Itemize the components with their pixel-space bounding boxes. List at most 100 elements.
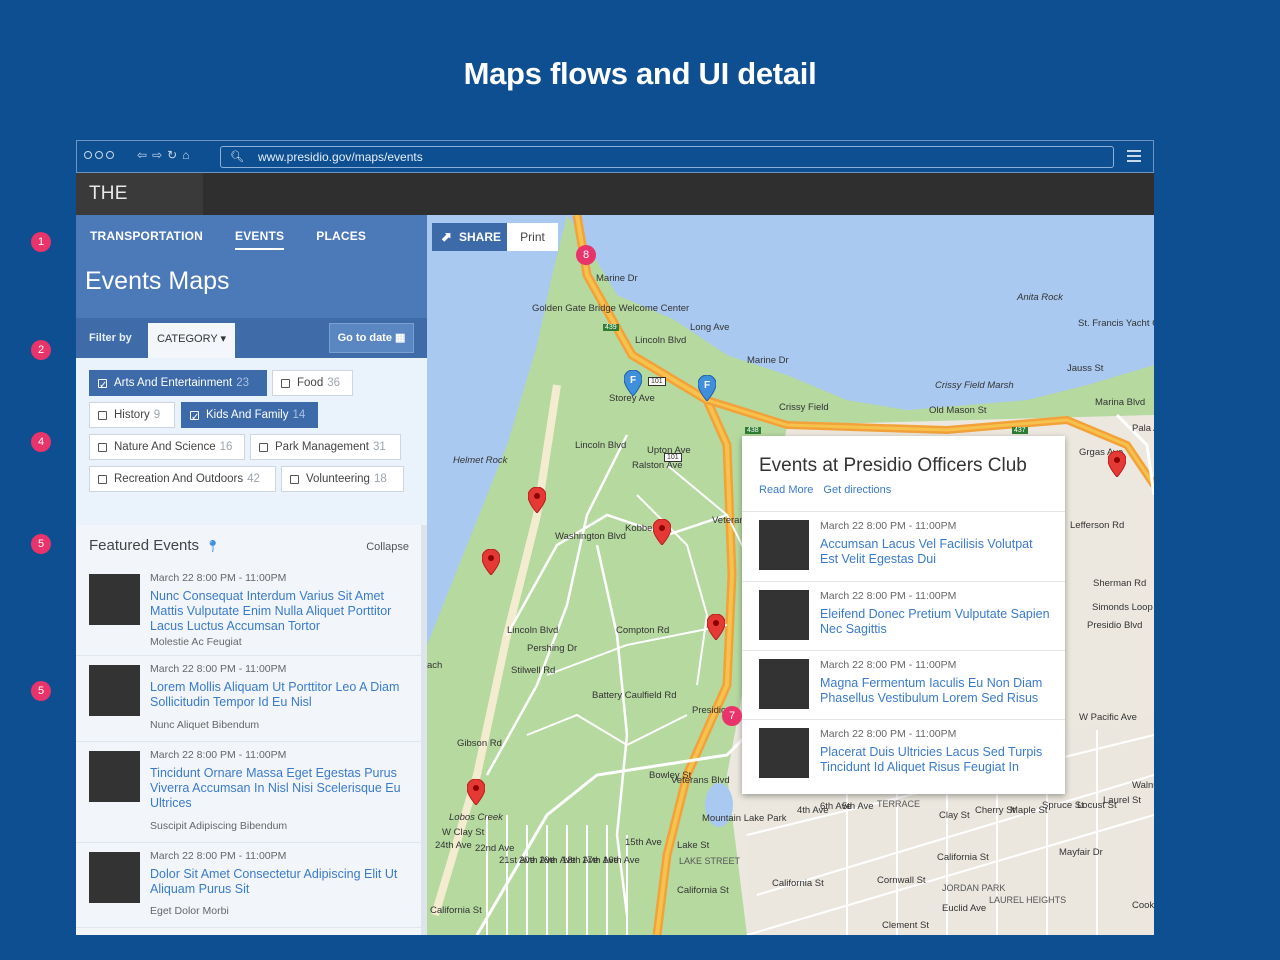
event-title-link[interactable]: Magna Fermentum Iaculis Eu Non Diam Phas… [820, 676, 1050, 706]
event-date: March 22 8:00 PM - 11:00PM [150, 663, 287, 675]
callout-badge: 7 [722, 706, 742, 726]
facility-letter: F [630, 375, 636, 386]
category-chip[interactable]: History 9 [89, 402, 175, 428]
event-title-link[interactable]: Eleifend Donec Pretium Vulputate Sapien … [820, 607, 1050, 637]
event-thumbnail [759, 659, 809, 709]
map-label: Marine Dr [596, 273, 638, 284]
highway-shield: 437 [1012, 427, 1028, 434]
checkbox-icon [290, 475, 299, 484]
event-title-link[interactable]: Tincidunt Ornare Massa Eget Egestas Puru… [150, 766, 412, 811]
event-title-link[interactable]: Nunc Consequat Interdum Varius Sit Amet … [150, 589, 412, 634]
event-date: March 22 8:00 PM - 11:00PM [820, 728, 957, 740]
map-label: Clay St [939, 810, 970, 821]
category-chip[interactable]: Arts And Entertainment23 [89, 370, 267, 398]
map-label: Golden Gate Bridge Welcome Center [532, 303, 690, 314]
event-marker-icon[interactable] [482, 549, 500, 575]
callout-badge: 4 [31, 432, 51, 452]
go-to-date-button[interactable]: Go to date ▦ [329, 323, 414, 353]
event-marker-icon[interactable] [653, 519, 671, 545]
map-label: ach [427, 660, 443, 671]
map-label: JORDAN PARK [942, 883, 1006, 893]
tab-events[interactable]: EVENTS [235, 229, 285, 250]
collapse-button[interactable]: Collapse [366, 541, 409, 553]
event-thumbnail [759, 520, 809, 570]
event-date: March 22 8:00 PM - 11:00PM [820, 659, 957, 671]
event-title-link[interactable]: Placerat Duis Ultricies Lacus Sed Turpis… [820, 745, 1050, 775]
back-icon[interactable]: ⇦ [137, 148, 147, 162]
category-chip[interactable]: Park Management 31 [250, 434, 401, 460]
featured-event[interactable]: March 22 8:00 PM - 11:00PM Dolor Sit Ame… [76, 843, 427, 928]
directions-link[interactable]: Get directions [823, 484, 891, 496]
event-title-link[interactable]: Accumsan Lacus Vel Facilisis Volutpat Es… [820, 537, 1050, 567]
event-title-link[interactable]: Lorem Mollis Aliquam Ut Porttitor Leo A … [150, 680, 412, 710]
category-chip[interactable]: Volunteering 18 [281, 466, 404, 492]
popup-event[interactable]: March 22 8:00 PM - 11:00PM Placerat Duis… [742, 719, 1065, 789]
reload-icon[interactable]: ↻ [167, 148, 177, 162]
site-logo[interactable]: THE PRESIDIO [76, 173, 203, 246]
event-thumbnail [89, 751, 140, 802]
event-marker-icon[interactable] [1108, 451, 1126, 477]
menu-icon[interactable] [1127, 150, 1141, 162]
forward-icon[interactable]: ⇨ [152, 148, 162, 162]
featured-event[interactable]: March 22 8:00 PM - 11:00PM Tincidunt Orn… [76, 742, 427, 843]
category-dropdown[interactable]: CATEGORY ▾ [148, 323, 235, 358]
callout-badge: 1 [31, 232, 51, 252]
popup-event[interactable]: March 22 8:00 PM - 11:00PM Accumsan Lacu… [742, 511, 1065, 581]
map-label: 4th Ave [797, 805, 829, 816]
event-marker-icon[interactable] [528, 487, 546, 513]
read-more-link[interactable]: Read More [759, 484, 813, 496]
map-label: W Pacific Ave [1079, 712, 1137, 723]
event-date: March 22 8:00 PM - 11:00PM [820, 520, 957, 532]
map-label: LAUREL HEIGHTS [989, 895, 1067, 905]
map-label: Marina Blvd [1095, 397, 1146, 408]
tab-transportation[interactable]: TRANSPORTATION [90, 229, 203, 250]
category-chip[interactable]: Kids And Family14 [181, 402, 318, 430]
print-button[interactable]: Print [507, 223, 558, 251]
event-thumbnail [759, 728, 809, 778]
map-label: Washington Blvd [555, 531, 626, 542]
map-label: Compton Rd [616, 625, 670, 636]
featured-event[interactable]: March 22 8:00 PM - 11:00PM Lorem Mollis … [76, 656, 427, 742]
checkbox-icon [259, 443, 268, 452]
map-label: 24th Ave [435, 840, 472, 851]
map-label: Crissy Field Marsh [935, 380, 1014, 391]
checkbox-icon [281, 379, 290, 388]
sidebar-header: TRANSPORTATION EVENTS PLACES Events Maps [76, 215, 427, 318]
map-label: Anita Rock [1017, 292, 1063, 303]
map-label: Cherry St [975, 805, 1016, 816]
map-label: 16th Ave [603, 855, 640, 866]
map-label: Veterans Blvd [671, 775, 730, 786]
event-title-link[interactable]: Dolor Sit Amet Consectetur Adipiscing El… [150, 867, 412, 897]
event-marker-icon[interactable] [467, 779, 485, 805]
event-thumbnail [89, 665, 140, 716]
map-label: California St [772, 878, 824, 889]
map-label: Cornwall St [877, 875, 926, 886]
tab-places[interactable]: PLACES [316, 229, 366, 250]
event-date: March 22 8:00 PM - 11:00PM [820, 590, 957, 602]
map-label: California St [677, 885, 729, 896]
featured-event[interactable]: March 22 8:00 PM - 11:00PM Nunc Consequa… [76, 565, 427, 656]
event-marker-icon[interactable] [707, 614, 725, 640]
category-chip[interactable]: Food 36 [272, 370, 353, 396]
tab-bar: TRANSPORTATION EVENTS PLACES [90, 229, 366, 250]
popup-event[interactable]: March 22 8:00 PM - 11:00PM Eleifend Done… [742, 581, 1065, 650]
popup-event[interactable]: March 22 8:00 PM - 11:00PM Magna Ferment… [742, 650, 1065, 719]
callout-badge: 5 [31, 681, 51, 701]
category-chip[interactable]: Recreation And Outdoors 42 [89, 466, 276, 492]
map-label: LAKE STREET [679, 856, 741, 866]
facility-marker-icon[interactable]: F [624, 370, 642, 396]
map-label: Euclid Ave [942, 903, 987, 914]
window-controls[interactable] [84, 151, 114, 159]
home-icon[interactable]: ⌂ [182, 148, 189, 162]
map-label: Long Ave [690, 322, 730, 333]
address-bar[interactable]: 🔍︎ www.presidio.gov/maps/events [220, 146, 1114, 168]
category-filters: Arts And Entertainment23 Food36 History9… [89, 370, 419, 540]
category-chip[interactable]: Nature And Science 16 [89, 434, 245, 460]
map-label: Maple St [1010, 805, 1048, 816]
map-label: Lincoln Blvd [507, 625, 559, 636]
share-button[interactable]: SHARE [432, 223, 507, 251]
map-label: Lefferson Rd [1070, 520, 1125, 531]
nav-buttons: ⇦ ⇨ ↻ ⌂ [137, 148, 189, 162]
map-label: Presidio Blvd [1087, 620, 1143, 631]
facility-marker-icon[interactable]: F [698, 375, 716, 401]
